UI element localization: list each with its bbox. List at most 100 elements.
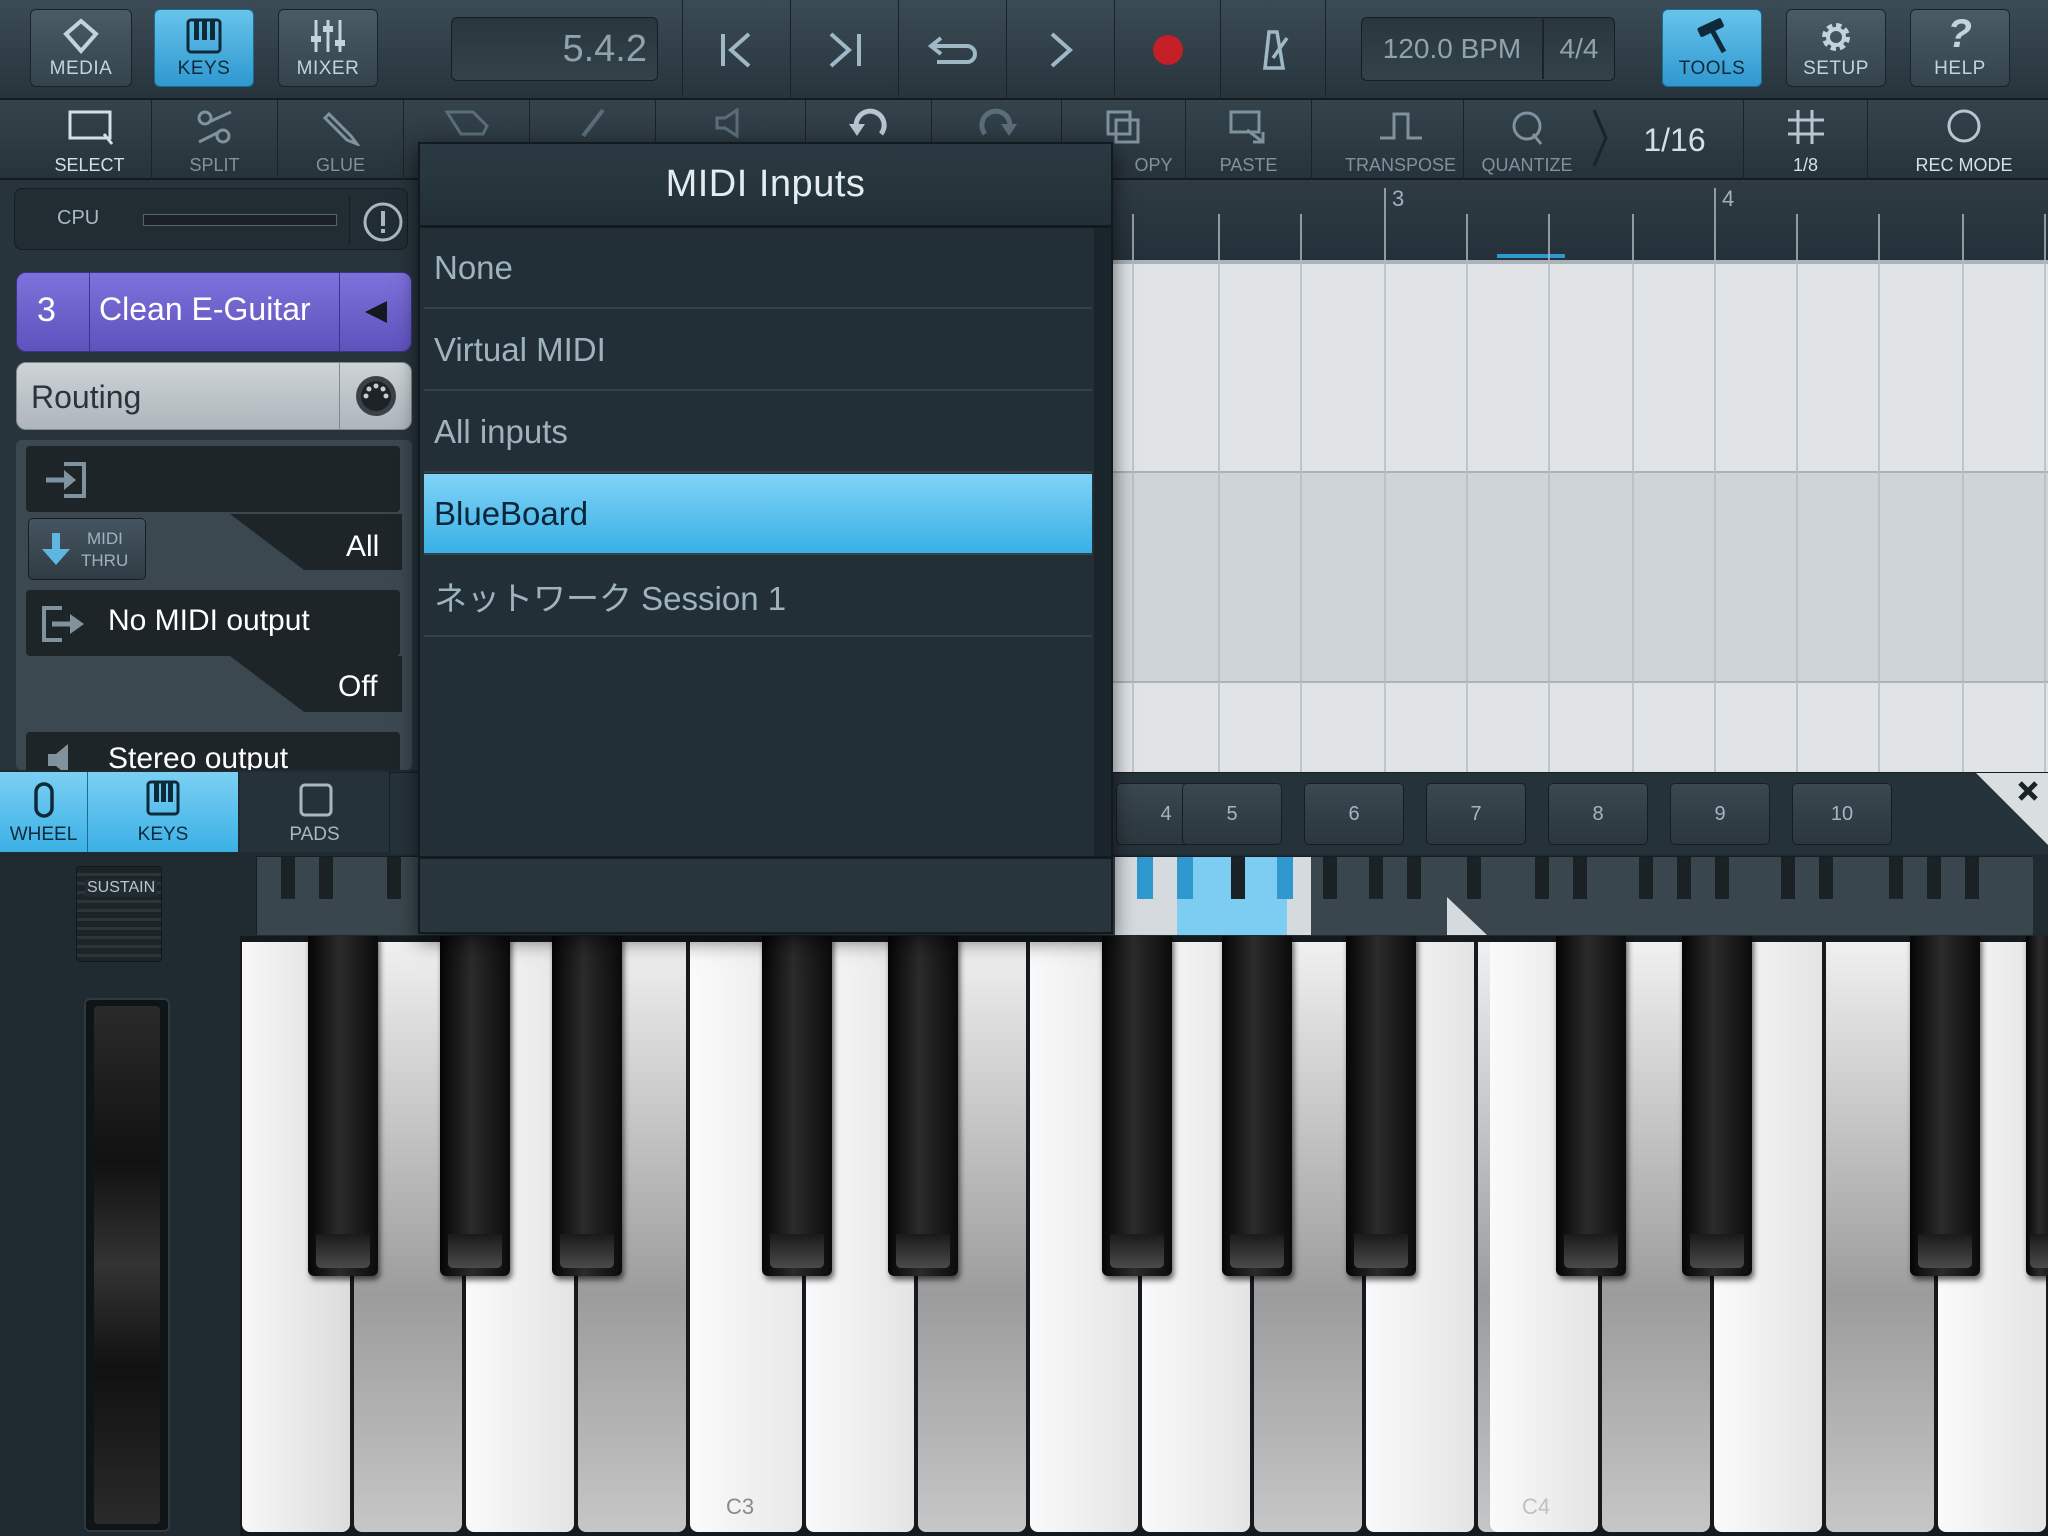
midi-input-slot[interactable] [26, 446, 400, 512]
octave-button-5[interactable]: 5 [1182, 783, 1282, 845]
octave-button-7[interactable]: 7 [1426, 783, 1526, 845]
quantize-icon [1512, 111, 1543, 145]
midi-input-option-none[interactable]: None [424, 228, 1092, 309]
metronome-button[interactable] [1220, 0, 1326, 100]
split-tool[interactable]: SPLIT [152, 100, 278, 180]
routing-header[interactable]: Routing [16, 362, 412, 430]
help-button[interactable]: ? HELP [1910, 9, 2010, 87]
gear-icon [1822, 23, 1850, 51]
rewind-button[interactable] [682, 0, 790, 100]
audio-output-slot[interactable]: Stereo output [26, 732, 400, 770]
select-tool[interactable]: SELECT [28, 100, 152, 180]
transpose-tool[interactable]: TRANSPOSE [1338, 100, 1464, 180]
track-header[interactable]: 3 Clean E-Guitar [16, 272, 412, 352]
black-key[interactable] [1222, 936, 1292, 1276]
black-key[interactable] [1102, 936, 1172, 1276]
pitch-wheel[interactable] [84, 998, 170, 1532]
undo-icon [848, 108, 887, 136]
black-key[interactable] [1346, 936, 1416, 1276]
black-key[interactable] [440, 936, 510, 1276]
output-channel-value[interactable]: Off [338, 670, 377, 704]
midi-port-icon [356, 376, 396, 416]
close-keyboard-button[interactable] [1976, 773, 2048, 845]
tools-button[interactable]: TOOLS [1662, 9, 1762, 87]
paste-icon [1229, 110, 1264, 144]
grid-button[interactable]: 1/8 [1744, 100, 1868, 180]
midi-input-option-virtual-midi[interactable]: Virtual MIDI [424, 310, 1092, 391]
output-arrow-icon [42, 606, 84, 642]
audio-output-label: Stereo output [108, 742, 289, 770]
forward-button[interactable] [790, 0, 898, 100]
mixer-label: MIXER [296, 58, 360, 79]
keyboard-side-panel: WHEEL KEYS SUSTAIN [0, 770, 240, 1536]
record-button[interactable] [1114, 0, 1220, 100]
select-icon [68, 110, 113, 145]
eraser-icon [443, 110, 489, 136]
arrange-area[interactable]: 3 4 [1113, 180, 2048, 772]
black-key[interactable] [1910, 936, 1980, 1276]
hammer-icon [1697, 18, 1727, 54]
piano-keyboard[interactable]: C3 C4 [240, 936, 2048, 1536]
quantize-value: 1/16 [1643, 121, 1706, 158]
midi-input-option-network-session[interactable]: ネットワーク Session 1 [424, 556, 1092, 637]
black-key[interactable] [1682, 936, 1752, 1276]
copy-icon [1106, 110, 1139, 144]
black-key[interactable] [308, 936, 378, 1276]
position-display[interactable]: 5.4.2 [451, 17, 658, 81]
black-key[interactable] [888, 936, 958, 1276]
black-key[interactable] [762, 936, 832, 1276]
midi-output-slot[interactable]: No MIDI output [26, 590, 400, 656]
black-key[interactable] [2026, 936, 2048, 1276]
wheel-tab-label: WHEEL [9, 824, 78, 845]
input-channel-value[interactable]: All [346, 530, 379, 564]
loop-button[interactable] [898, 0, 1006, 100]
media-label: MEDIA [49, 58, 113, 79]
midi-input-option-blueboard[interactable]: BlueBoard [424, 474, 1092, 555]
tools-label: TOOLS [1678, 58, 1746, 79]
quantize-value-button[interactable]: 1/16 [1590, 100, 1744, 180]
glue-tool[interactable]: GLUE [278, 100, 404, 180]
c4-label: C4 [1522, 1494, 1551, 1519]
quantize-tool[interactable]: QUANTIZE [1464, 100, 1590, 180]
sustain-button[interactable]: SUSTAIN [76, 866, 162, 962]
question-icon: ? [1947, 12, 1973, 56]
octave-button-10[interactable]: 10 [1792, 783, 1892, 845]
speaker-icon [48, 744, 68, 770]
record-icon [1152, 35, 1183, 65]
keys-icon [186, 18, 222, 54]
keys-button[interactable]: KEYS [154, 9, 254, 87]
octave-button-9[interactable]: 9 [1670, 783, 1770, 845]
octave-button-6[interactable]: 6 [1304, 783, 1404, 845]
alert-icon[interactable] [363, 202, 403, 242]
midi-input-option-all-inputs[interactable]: All inputs [424, 392, 1092, 473]
pads-tab[interactable]: PADS [240, 772, 390, 852]
keys-tab[interactable]: KEYS [88, 772, 238, 852]
octave-button-8[interactable]: 8 [1548, 783, 1648, 845]
keys-icon [146, 780, 180, 816]
play-button[interactable] [1006, 0, 1114, 100]
media-icon [63, 18, 99, 54]
tempo-display[interactable]: 120.0 BPM 4/4 [1361, 17, 1615, 81]
paste-tool[interactable]: PASTE [1186, 100, 1312, 180]
mixer-button[interactable]: MIXER [278, 9, 378, 87]
input-arrow-icon [46, 462, 86, 498]
black-key[interactable] [1556, 936, 1626, 1276]
setup-button[interactable]: SETUP [1786, 9, 1886, 87]
scissors-icon [197, 110, 232, 144]
arrange-grid [1113, 188, 2048, 772]
rec-mode-button[interactable]: REC MODE [1894, 100, 2034, 180]
midi-thru-button[interactable]: MIDI THRU [28, 518, 146, 580]
popover-scrollbar[interactable] [1094, 228, 1111, 856]
glue-label: GLUE [315, 155, 366, 175]
media-button[interactable]: MEDIA [30, 9, 132, 87]
black-key[interactable] [552, 936, 622, 1276]
sustain-label: SUSTAIN [85, 879, 158, 897]
wheel-tab[interactable]: WHEEL [0, 772, 88, 852]
wheel-icon [34, 782, 54, 818]
midi-thru-line1: MIDI [87, 529, 123, 548]
play-icon [1050, 32, 1073, 68]
setup-label: SETUP [1803, 58, 1869, 79]
collapse-arrow-icon[interactable] [363, 299, 389, 325]
popover-footer [420, 856, 1111, 932]
select-label: SELECT [54, 155, 125, 175]
